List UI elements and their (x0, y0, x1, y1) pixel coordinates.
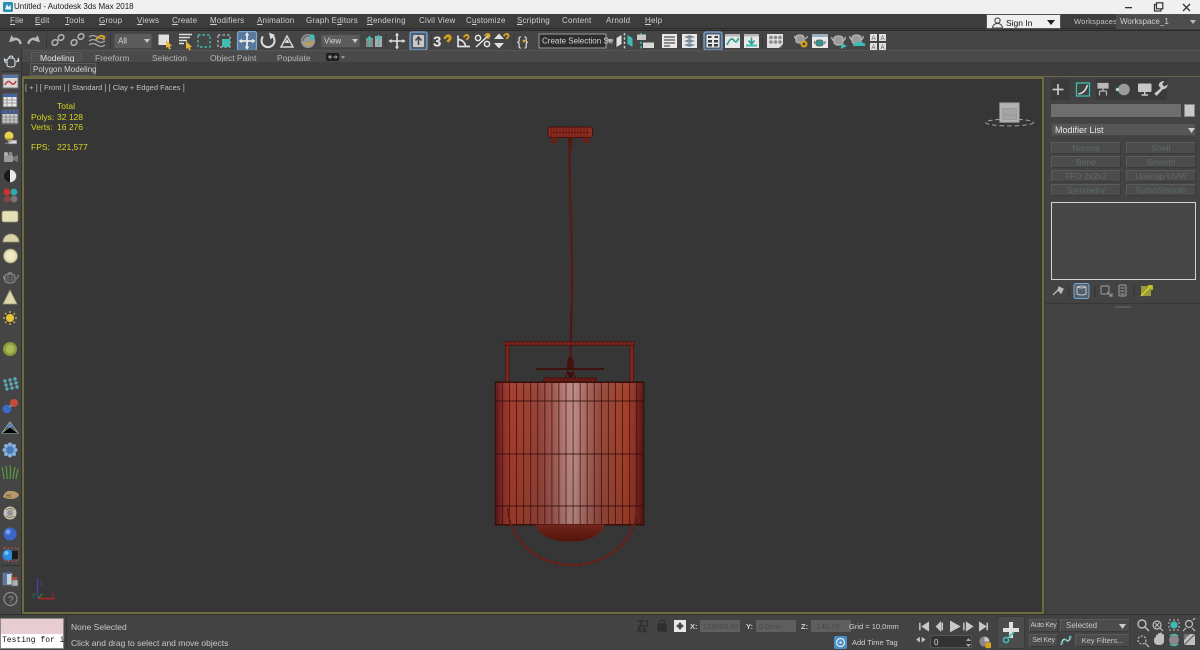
svg-text:y: y (33, 593, 36, 599)
svg-text:Create Selection Se: Create Selection Se (542, 37, 614, 46)
svg-text:All: All (118, 37, 127, 46)
svg-text:x: x (52, 593, 55, 599)
svg-text:FRONT: FRONT (1004, 113, 1018, 118)
svg-text:A: A (881, 36, 885, 42)
svg-text:z: z (40, 581, 43, 587)
svg-text:View: View (324, 37, 341, 46)
svg-text:3: 3 (433, 34, 441, 51)
svg-text:{: { (517, 34, 522, 49)
svg-text:?: ? (8, 595, 14, 606)
svg-text:HI: HI (6, 494, 11, 500)
svg-text:A: A (872, 36, 876, 42)
